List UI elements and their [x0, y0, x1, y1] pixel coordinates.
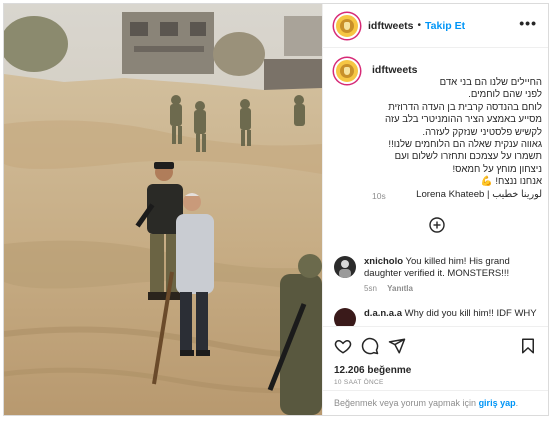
more-options-icon[interactable]: ••• [519, 16, 537, 30]
commenter-avatar-image [339, 260, 351, 278]
caption-line: لورينا خطيب | Lorena Khateeb [416, 188, 542, 200]
post-photo-scene [4, 4, 322, 415]
caption-line: תשמרו על עצמכם ותחזרו לשלום ועם [394, 151, 542, 163]
comment-username[interactable]: xnicholo [364, 256, 403, 267]
login-link[interactable]: giriş yap [479, 398, 516, 408]
comment-icon[interactable] [361, 337, 379, 355]
login-prompt: Beğenmek veya yorum yapmak için giriş ya… [323, 390, 548, 415]
caption-line: גאווה ענקית שאלה הם הלוחמים שלנו!! [388, 139, 542, 151]
comment-username[interactable]: d.a.n.a.a [364, 308, 402, 319]
header-username[interactable]: idftweets [368, 20, 414, 32]
share-icon[interactable] [388, 337, 406, 355]
header-separator: • [417, 20, 422, 31]
commenter-avatar[interactable] [334, 256, 356, 278]
comment-time: 5sn [364, 284, 377, 293]
comment-text: d.a.n.a.a Why did you kill him!! IDF WHY [364, 308, 546, 320]
caption-timestamp: 10s [372, 191, 386, 201]
heart-icon[interactable] [334, 337, 352, 355]
post-time-ago: 10 SAAT ÖNCE [334, 379, 384, 386]
comment-meta: 5sn Yanıtla [364, 284, 413, 293]
comment-body: Why did you kill him!! IDF WHY [404, 308, 537, 319]
avatar-logo-icon[interactable] [334, 12, 360, 39]
caption-line: מסייע באמצע הציר ההומניטרי בלב עזה [385, 114, 542, 126]
post-photo[interactable] [4, 4, 322, 415]
reply-button[interactable]: Yanıtla [387, 284, 413, 293]
caption-line: החיילים שלנו הם בני אדם [439, 77, 542, 88]
comment-text: xnicholo You killed him! His grand daugh… [364, 256, 546, 280]
caption-line: אנחנו ננצח! 💪 [480, 176, 542, 188]
follow-button[interactable]: Takip Et [425, 20, 465, 32]
instagram-post: idftweets • Takip Et ••• idftweets החייל… [3, 3, 549, 416]
caption-line: לקשיש פלסטיני שנזקק לעזרה. [422, 126, 542, 138]
caption-username[interactable]: idftweets [372, 64, 418, 76]
caption-line: לפני שהם לוחמים. [468, 89, 542, 101]
caption-line: ניצחון מוחץ על חמאס! [452, 163, 542, 175]
post-header: idftweets • Takip Et ••• [323, 4, 548, 48]
caption-text: החיילים שלנו הם בני אדם לפני שהם לוחמים.… [372, 77, 542, 201]
caption-line: לוחם בהנדסה קרבית בן העדה הדרוזית [388, 101, 542, 113]
login-prompt-text: Beğenmek veya yorum yapmak için [334, 398, 479, 408]
login-prompt-suffix: . [515, 398, 519, 408]
post-side-panel: idftweets • Takip Et ••• idftweets החייל… [322, 4, 548, 415]
bookmark-icon[interactable] [519, 337, 537, 355]
post-actions-bar [323, 326, 548, 364]
add-circle-icon[interactable] [429, 217, 445, 233]
likes-count[interactable]: 12.206 beğenme [334, 365, 411, 376]
caption-avatar-icon[interactable] [334, 58, 360, 84]
